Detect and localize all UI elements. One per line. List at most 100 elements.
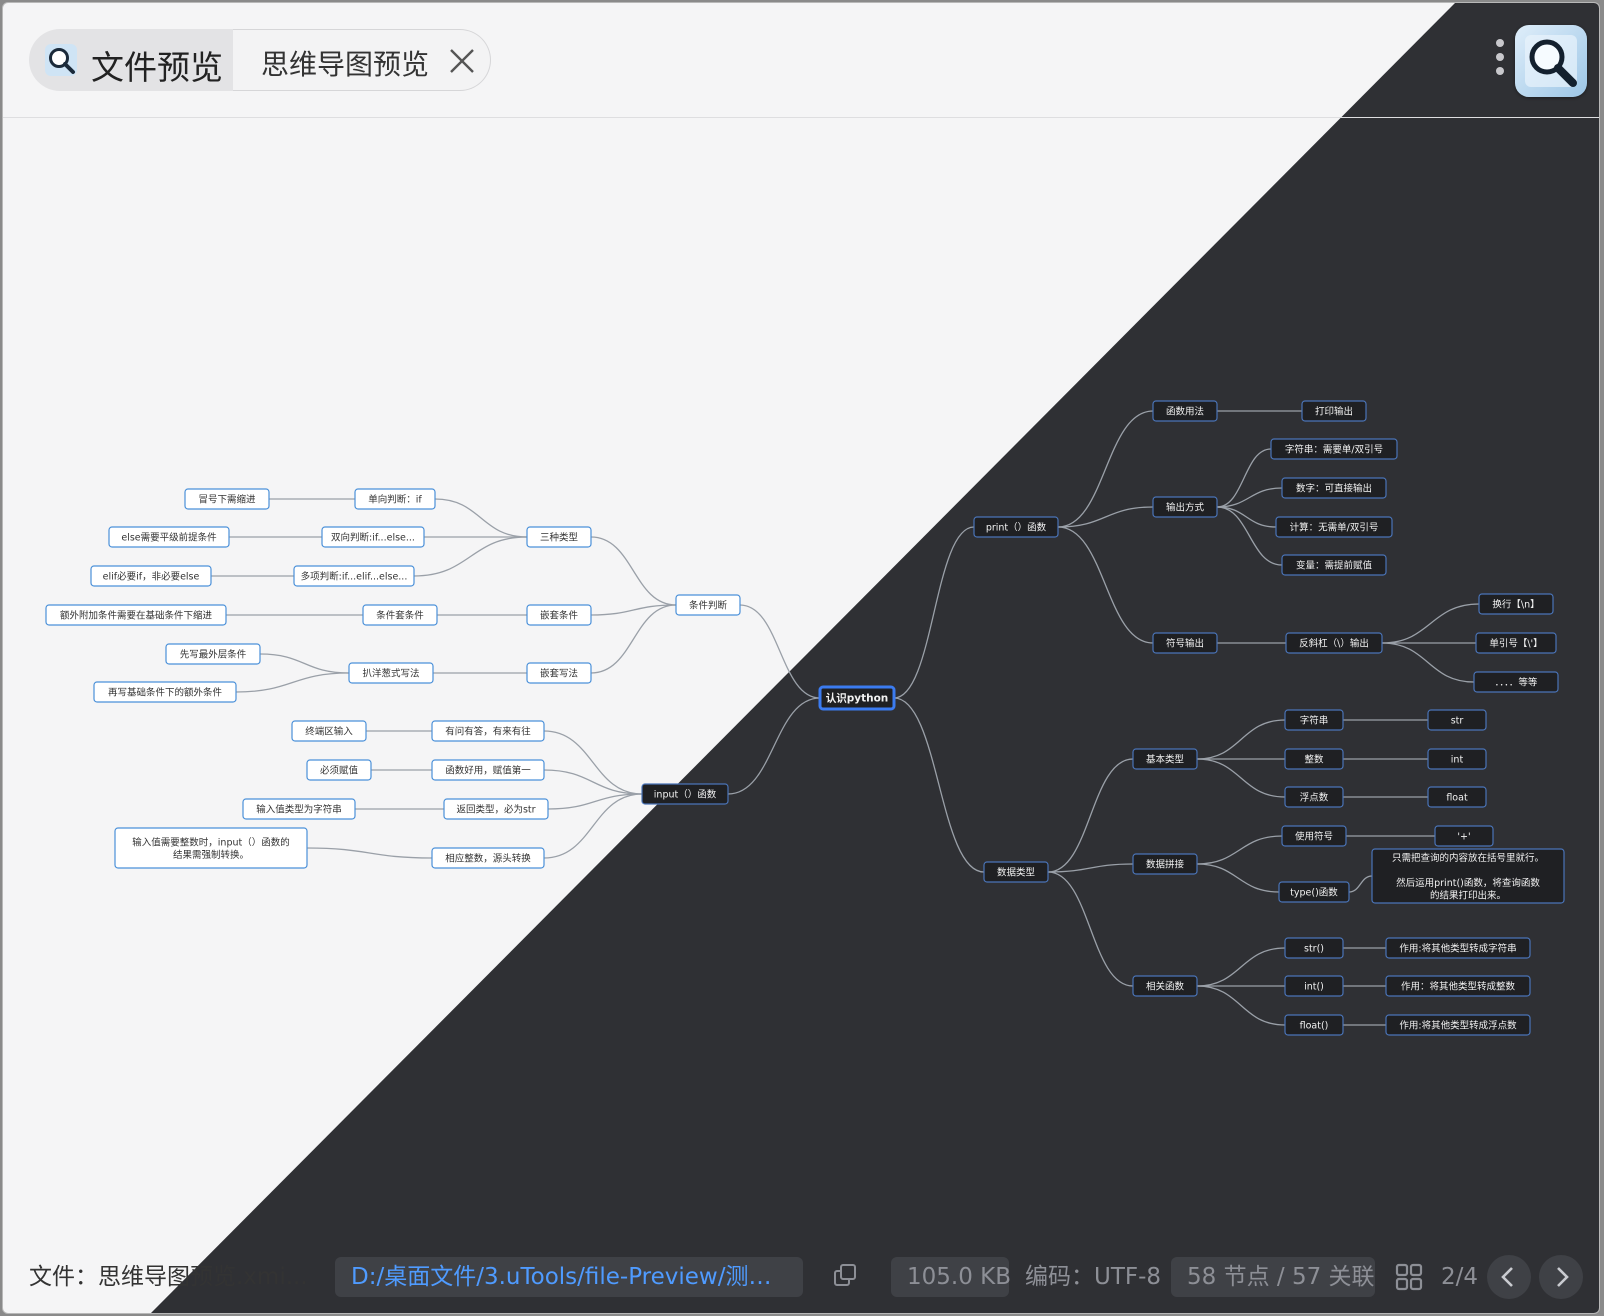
- mindmap-node-label: 相应整数，源头转换: [445, 853, 531, 865]
- mindmap-node[interactable]: type()函数: [1278, 881, 1350, 903]
- mindmap-node-label: 额外附加条件需要在基础条件下缩进: [60, 610, 213, 622]
- mindmap-node[interactable]: elif必要if，非必要else: [90, 565, 212, 587]
- mindmap-node[interactable]: float: [1427, 786, 1487, 808]
- mindmap-node[interactable]: str: [1427, 709, 1487, 731]
- mindmap-node-label: 结果需强制转换。: [173, 849, 249, 861]
- mindmap-node-label: 相关函数: [1146, 981, 1185, 993]
- mindmap-node-label: type()函数: [1290, 887, 1338, 899]
- edge-input-ywyd: [543, 730, 643, 795]
- mindmap-node[interactable]: 基本类型: [1132, 748, 1198, 770]
- edge-fxg-fx3: [1381, 642, 1475, 683]
- mindmap-node[interactable]: 输出方式: [1152, 496, 1218, 518]
- mindmap-canvas[interactable]: 认识python print（）函数 函数用法 打印输出输出方式 字符串：需要单/双引号…: [3, 3, 1600, 1314]
- mindmap-node[interactable]: 字符串：需要单/双引号: [1270, 438, 1398, 460]
- mindmap-node[interactable]: 数据类型: [983, 861, 1049, 883]
- copy-icon[interactable]: [833, 1257, 865, 1297]
- mindmap-node[interactable]: 只需把查询的内容放在括号里就行。然后运用print()函数，将查询函数的结果打印…: [1371, 848, 1565, 904]
- mindmap-node-label: str: [1451, 716, 1464, 727]
- mindmap-node[interactable]: 函数好用，赋值第一: [431, 759, 545, 781]
- mindmap-node[interactable]: 冒号下需缩进: [184, 488, 270, 510]
- mindmap-node-label: 的结果打印出来。: [1430, 889, 1506, 901]
- mindmap-node[interactable]: 相应整数，源头转换: [431, 847, 545, 869]
- mindmap-node[interactable]: 计算：无需单/双引号: [1275, 516, 1393, 538]
- mindmap-node-label: 先写最外层条件: [180, 649, 247, 661]
- mindmap-node-label: 必须赋值: [320, 765, 359, 777]
- mindmap-node[interactable]: 换行【\n】: [1478, 593, 1554, 615]
- mindmap-node[interactable]: 扒洋葱式写法: [348, 662, 434, 684]
- mindmap-node-label: 再写基础条件下的额外条件: [108, 687, 223, 699]
- mindmap-node[interactable]: 输入值类型为字符串: [242, 798, 356, 820]
- mindmap-node[interactable]: 数据拼接: [1132, 853, 1198, 875]
- mindmap-node[interactable]: 必须赋值: [306, 759, 372, 781]
- edge-tjpd-qt1: [590, 604, 677, 616]
- edge-byc-xx: [259, 653, 350, 674]
- mindmap-node-label: 冒号下需缩进: [198, 494, 256, 506]
- edge-root-print: [893, 526, 975, 699]
- mindmap-node-label: 数据拼接: [1146, 859, 1185, 871]
- mindmap-node-label: 打印输出: [1315, 406, 1353, 418]
- mindmap-node[interactable]: 先写最外层条件: [165, 643, 261, 665]
- mindmap-node-label: elif必要if，非必要else: [103, 571, 200, 583]
- mindmap-node[interactable]: float(): [1284, 1014, 1344, 1036]
- mindmap-node[interactable]: input（）函数: [641, 783, 729, 805]
- mindmap-node[interactable]: 额外附加条件需要在基础条件下缩进: [45, 604, 227, 626]
- mindmap-node[interactable]: str(): [1284, 937, 1344, 959]
- mindmap-node[interactable]: 输入值需要整数时，input（）函数的结果需强制转换。: [114, 827, 308, 869]
- mindmap-node[interactable]: 三种类型: [526, 526, 592, 548]
- mindmap-node[interactable]: 作用：将其他类型转成整数: [1385, 975, 1531, 997]
- mindmap-node-label: 输出方式: [1166, 502, 1205, 514]
- mindmap-node[interactable]: 返回类型，必为str: [443, 798, 549, 820]
- mindmap-node[interactable]: 多项判断:if...elif...else...: [293, 565, 415, 587]
- mindmap-node[interactable]: 嵌套条件: [526, 604, 592, 626]
- next-button[interactable]: [1539, 1255, 1583, 1299]
- mindmap-node[interactable]: 单向判断：if: [354, 488, 436, 510]
- mindmap-node-label: 三种类型: [540, 532, 579, 544]
- mindmap-node[interactable]: int: [1427, 748, 1487, 770]
- mindmap-node-label: 字符串: [1300, 715, 1329, 727]
- mindmap-node[interactable]: else需要平级前提条件: [108, 526, 230, 548]
- mindmap-node[interactable]: 函数用法: [1152, 400, 1218, 422]
- mindmap-node-label: 嵌套条件: [540, 610, 579, 622]
- mindmap-node-label: 然后运用print()函数，将查询函数: [1396, 877, 1540, 889]
- chevron-right-icon: [1557, 1267, 1569, 1287]
- mindmap-node[interactable]: 变量：需提前赋值: [1281, 554, 1387, 576]
- mindmap-node[interactable]: 使用符号: [1281, 825, 1347, 847]
- mindmap-node[interactable]: '+': [1434, 825, 1494, 847]
- mindmap-node[interactable]: 反斜杠（\）输出: [1285, 632, 1383, 654]
- file-path-link[interactable]: D:/桌面文件/3.uTools/file-Preview/测试文...: [335, 1257, 803, 1297]
- mindmap-node[interactable]: 作用:将其他类型转成字符串: [1385, 937, 1531, 959]
- mindmap-node[interactable]: 嵌套写法: [526, 662, 592, 684]
- mindmap-node-label: '+': [1457, 832, 1470, 843]
- mindmap-node[interactable]: 终端区输入: [291, 720, 367, 742]
- mindmap-node[interactable]: 再写基础条件下的额外条件: [93, 681, 237, 703]
- mindmap-node[interactable]: 双向判断:if...else...: [321, 526, 425, 548]
- mindmap-node-label: 输入值需要整数时，input（）函数的: [132, 836, 289, 848]
- mindmap-node-label: 只需把查询的内容放在括号里就行。: [1392, 852, 1544, 864]
- mindmap-node-label: 输入值类型为字符串: [256, 804, 342, 816]
- grid-view-icon[interactable]: [1395, 1257, 1427, 1297]
- mindmap-node[interactable]: ．．．．等等: [1473, 671, 1559, 693]
- mindmap-node[interactable]: 单引号【\'】: [1475, 632, 1557, 654]
- mindmap-node[interactable]: 符号输出: [1152, 632, 1218, 654]
- mindmap-node-label: 作用：将其他类型转成整数: [1401, 981, 1516, 993]
- mindmap-node-label: 反斜杠（\）输出: [1299, 638, 1369, 650]
- mindmap-node[interactable]: 有问有答，有来有往: [431, 720, 545, 742]
- mindmap-node[interactable]: 作用:将其他类型转成浮点数: [1385, 1014, 1531, 1036]
- mindmap-node[interactable]: 条件判断: [675, 594, 741, 616]
- mindmap-node[interactable]: 数字：可直接输出: [1281, 477, 1387, 499]
- mindmap-node[interactable]: int(): [1284, 975, 1344, 997]
- mindmap-root-node[interactable]: 认识python: [818, 685, 896, 711]
- mindmap-node-label: 整数: [1304, 754, 1324, 766]
- mindmap-node[interactable]: 条件套条件: [362, 604, 438, 626]
- mindmap-node[interactable]: 浮点数: [1284, 786, 1344, 808]
- mindmap-node[interactable]: 相关函数: [1132, 975, 1198, 997]
- mindmap-node[interactable]: 字符串: [1284, 709, 1344, 731]
- mindmap-node-label: int: [1451, 755, 1464, 766]
- mindmap-node[interactable]: 打印输出: [1301, 400, 1367, 422]
- file-name-label: 文件：思维导图预览.xmi...: [29, 1264, 308, 1290]
- mindmap-node-label: 单向判断：if: [368, 494, 422, 506]
- mindmap-node[interactable]: 整数: [1284, 748, 1344, 770]
- previous-button[interactable]: [1487, 1255, 1531, 1299]
- mindmap-node-label: 单引号【\'】: [1489, 638, 1542, 650]
- mindmap-node[interactable]: print（）函数: [973, 516, 1059, 538]
